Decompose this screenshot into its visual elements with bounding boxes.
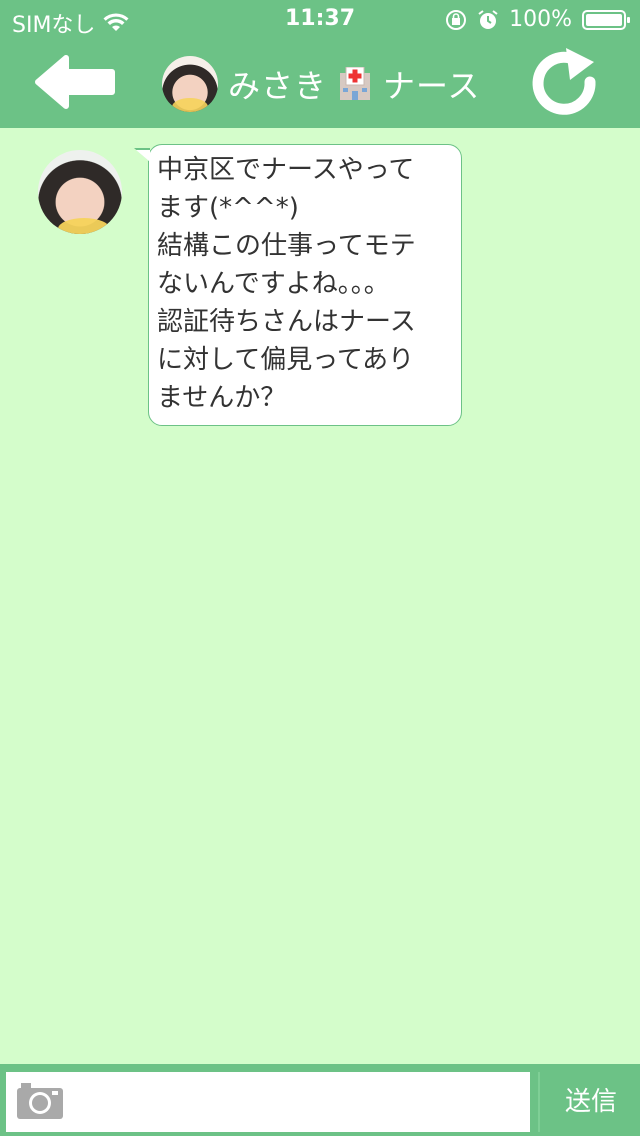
refresh-button[interactable] bbox=[526, 46, 604, 124]
hospital-icon bbox=[340, 67, 371, 100]
chat-title: みさき ナース bbox=[162, 54, 480, 114]
camera-icon[interactable] bbox=[16, 1080, 64, 1120]
nav-bar: みさき ナース bbox=[0, 40, 640, 128]
battery-icon bbox=[582, 9, 630, 30]
rotation-lock-icon bbox=[446, 9, 467, 30]
alarm-icon bbox=[478, 9, 498, 29]
sender-avatar[interactable] bbox=[38, 150, 122, 234]
message-input[interactable] bbox=[6, 1072, 530, 1132]
back-button[interactable] bbox=[32, 52, 116, 112]
title-role: ナース bbox=[383, 67, 481, 105]
app-header: SIMなし 11:37 100% みさき ナース bbox=[0, 0, 640, 128]
status-bar: SIMなし 11:37 100% bbox=[0, 0, 640, 40]
arrow-left-icon bbox=[35, 55, 115, 109]
refresh-icon bbox=[532, 48, 596, 115]
status-right: 100% bbox=[445, 7, 630, 32]
message-bubble: 中京区でナースやって ます(*^^*) 結構この仕事ってモテ ないんですよね。。… bbox=[148, 144, 462, 426]
composer-bar: 送信 bbox=[0, 1064, 640, 1136]
bubble-tail bbox=[136, 150, 150, 162]
battery-percent: 100% bbox=[509, 7, 572, 32]
avatar bbox=[162, 56, 218, 112]
send-button[interactable]: 送信 bbox=[538, 1072, 640, 1132]
title-name: みさき bbox=[228, 67, 328, 105]
